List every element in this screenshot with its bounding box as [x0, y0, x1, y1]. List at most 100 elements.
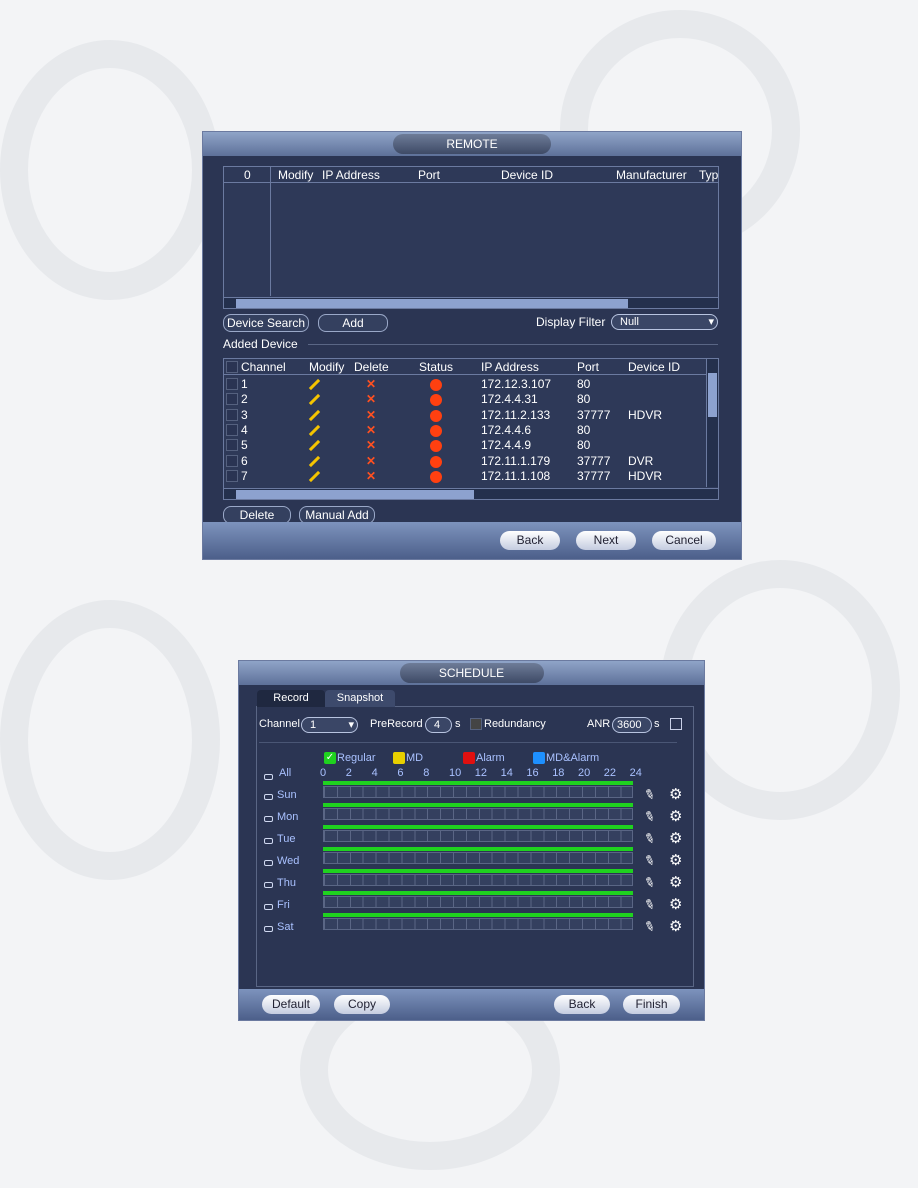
col-port[interactable]: Port	[418, 168, 440, 182]
title-bar: REMOTE	[203, 132, 741, 156]
tab-snapshot[interactable]: Snapshot	[325, 690, 395, 707]
hour-tick-label: 22	[603, 767, 617, 779]
col-ip-address[interactable]: IP Address	[322, 168, 380, 182]
anr-input[interactable]: 3600	[612, 717, 652, 733]
anr-unit: s	[654, 718, 660, 730]
gear-icon[interactable]: ⚙	[669, 851, 682, 869]
channel-select[interactable]: 1 ▾	[301, 717, 358, 733]
row-checkbox[interactable]	[226, 454, 238, 467]
table-row[interactable]: 4 ✕ 172.4.4.6 80	[224, 423, 706, 438]
timeline-grid[interactable]	[323, 918, 633, 930]
regular-record-bar[interactable]	[323, 869, 633, 873]
modify-pencil-icon[interactable]	[308, 455, 321, 467]
regular-record-bar[interactable]	[323, 825, 633, 829]
tab-record[interactable]: Record	[257, 690, 325, 707]
back-button[interactable]: Back	[554, 995, 610, 1014]
timeline-grid[interactable]	[323, 830, 633, 842]
gear-icon[interactable]: ⚙	[669, 895, 682, 913]
scrollbar-thumb[interactable]	[708, 373, 717, 417]
table-row[interactable]: 7 ✕ 172.11.1.108 37777 HDVR	[224, 469, 706, 484]
gear-icon[interactable]: ⚙	[669, 873, 682, 891]
col-modify[interactable]: Modify	[278, 168, 313, 182]
scrollbar-thumb[interactable]	[236, 490, 474, 499]
timeline-grid[interactable]	[323, 852, 633, 864]
modify-pencil-icon[interactable]	[308, 424, 321, 437]
delete-x-icon[interactable]: ✕	[366, 454, 376, 468]
table-row[interactable]: 6 ✕ 172.11.1.179 37777 DVR	[224, 454, 706, 469]
horizontal-scrollbar[interactable]	[224, 488, 718, 499]
ip-cell: 172.4.4.6	[481, 422, 532, 437]
row-checkbox[interactable]	[226, 378, 238, 390]
anr-checkbox[interactable]	[670, 718, 682, 730]
select-all-checkbox[interactable]	[226, 361, 238, 373]
section-divider	[259, 742, 677, 743]
modify-pencil-icon[interactable]	[308, 470, 321, 482]
delete-x-icon[interactable]: ✕	[366, 423, 376, 437]
col-device-id[interactable]: Device ID	[501, 168, 553, 182]
scrollbar-thumb[interactable]	[236, 299, 628, 308]
default-button[interactable]: Default	[262, 995, 320, 1014]
display-filter-select[interactable]: Null ▾	[611, 314, 718, 330]
day-checkbox[interactable]	[264, 860, 273, 866]
port-cell: 80	[577, 422, 591, 437]
delete-x-icon[interactable]: ✕	[366, 408, 376, 422]
col-manufacturer[interactable]: Manufacturer	[616, 168, 687, 182]
day-checkbox[interactable]	[264, 926, 273, 932]
add-button[interactable]: Add	[318, 314, 388, 332]
modify-pencil-icon[interactable]	[308, 409, 321, 421]
cancel-button[interactable]: Cancel	[652, 531, 716, 550]
col-type[interactable]: Typ	[699, 168, 718, 182]
timeline-grid[interactable]	[323, 896, 633, 908]
prerecord-input[interactable]: 4	[425, 717, 452, 733]
next-button[interactable]: Next	[576, 531, 636, 550]
delete-x-icon[interactable]: ✕	[366, 377, 376, 391]
row-checkbox[interactable]	[226, 393, 238, 406]
day-checkbox[interactable]	[264, 882, 273, 888]
legend-alarm-checkbox[interactable]	[463, 752, 475, 764]
delete-x-icon[interactable]: ✕	[366, 469, 376, 483]
day-checkbox[interactable]	[264, 904, 273, 910]
delete-x-icon[interactable]: ✕	[366, 392, 376, 406]
legend-regular-checkbox[interactable]: ✓	[324, 752, 336, 764]
redundancy-checkbox[interactable]	[470, 718, 482, 730]
modify-pencil-icon[interactable]	[308, 378, 321, 391]
device-search-button[interactable]: Device Search	[223, 314, 309, 332]
gear-icon[interactable]: ⚙	[669, 917, 682, 935]
vertical-scrollbar[interactable]	[706, 359, 718, 487]
table-row[interactable]: 5 ✕ 172.4.4.9 80	[224, 438, 706, 453]
table-row[interactable]: 2 ✕ 172.4.4.31 80	[224, 392, 706, 407]
delete-x-icon[interactable]: ✕	[366, 438, 376, 452]
day-checkbox[interactable]	[264, 816, 273, 822]
day-checkbox[interactable]	[264, 838, 273, 844]
legend-md-checkbox[interactable]	[393, 752, 405, 764]
table-row[interactable]: 1 ✕ 172.12.3.107 80	[224, 377, 706, 392]
regular-record-bar[interactable]	[323, 781, 633, 785]
regular-record-bar[interactable]	[323, 847, 633, 851]
horizontal-scrollbar[interactable]	[224, 297, 718, 308]
col-delete: Delete	[354, 360, 389, 374]
all-checkbox[interactable]	[264, 774, 273, 780]
day-checkbox[interactable]	[264, 794, 273, 800]
regular-record-bar[interactable]	[323, 913, 633, 917]
gear-icon[interactable]: ⚙	[669, 807, 682, 825]
row-checkbox[interactable]	[226, 423, 238, 436]
gear-icon[interactable]: ⚙	[669, 829, 682, 847]
copy-button[interactable]: Copy	[334, 995, 390, 1014]
finish-button[interactable]: Finish	[623, 995, 680, 1014]
regular-record-bar[interactable]	[323, 891, 633, 895]
legend-md-alarm-checkbox[interactable]	[533, 752, 545, 764]
timeline-grid[interactable]	[323, 808, 633, 820]
modify-pencil-icon[interactable]	[308, 394, 321, 406]
timeline-grid[interactable]	[323, 874, 633, 886]
timeline-grid[interactable]	[323, 786, 633, 798]
row-checkbox[interactable]	[226, 439, 238, 452]
regular-record-bar[interactable]	[323, 803, 633, 807]
back-button[interactable]: Back	[500, 531, 560, 550]
gear-icon[interactable]: ⚙	[669, 785, 682, 803]
table-row[interactable]: 3 ✕ 172.11.2.133 37777 HDVR	[224, 408, 706, 423]
row-checkbox[interactable]	[226, 408, 238, 421]
legend-label: Alarm	[476, 752, 505, 764]
day-label: Wed	[277, 855, 300, 867]
row-checkbox[interactable]	[226, 469, 238, 482]
modify-pencil-icon[interactable]	[308, 440, 321, 452]
